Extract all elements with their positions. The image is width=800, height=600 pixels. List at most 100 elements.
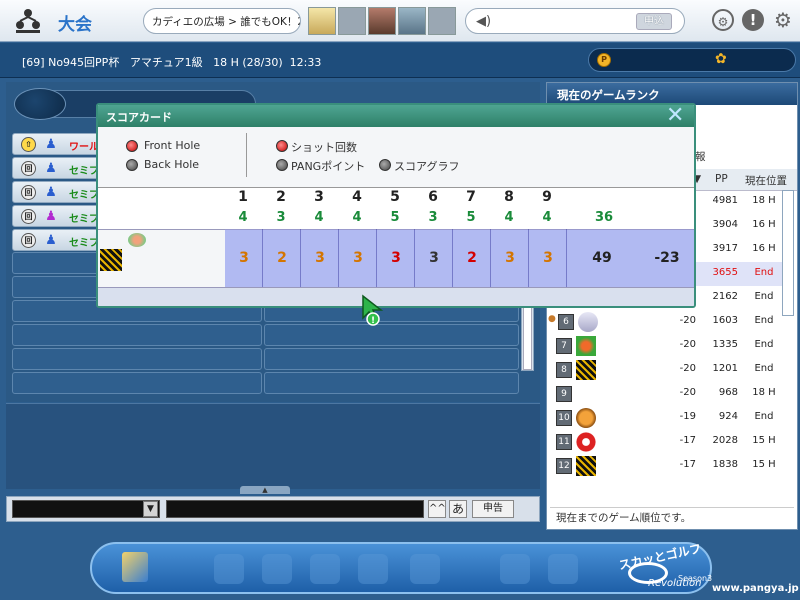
- menu-icon[interactable]: [214, 554, 244, 584]
- emoticon-button[interactable]: ^^: [428, 500, 446, 518]
- hole-number: 2: [276, 189, 286, 205]
- rank-pp: 968: [718, 387, 738, 398]
- character-icon: ♟: [45, 161, 57, 176]
- chat-log: [6, 403, 540, 489]
- menu-icon[interactable]: [358, 554, 388, 584]
- chat-channel-select[interactable]: [12, 500, 160, 518]
- hole-number: 4: [352, 189, 362, 205]
- info-icon[interactable]: !: [742, 9, 764, 31]
- tournament-bracket-icon: [16, 9, 40, 33]
- room-holes: 18 H (28/30): [213, 56, 283, 69]
- hole-par: 5: [466, 210, 476, 225]
- hole-number: 7: [466, 189, 476, 205]
- rank-row: 12 -17 1838 15 H: [546, 454, 782, 478]
- radio-unselected-icon: [379, 159, 391, 171]
- character-icon: ♟: [45, 185, 57, 200]
- menu-icon[interactable]: [548, 554, 578, 584]
- rank-pp: 3655: [712, 267, 738, 278]
- rank-score: -20: [679, 315, 696, 326]
- scorecard-window: スコアカード ✕ Front Hole Back Hole ショット回数 PAN…: [96, 103, 696, 308]
- column-position: 現在位置: [745, 175, 787, 187]
- rank-row: 11 -17 2028 15 H: [546, 430, 782, 454]
- player-name: セミプ: [69, 214, 99, 225]
- hole-score: 3: [543, 250, 553, 266]
- rank-row: ● 6 -20 1603 End: [546, 310, 782, 334]
- top-bar: 大会 カディエの広場 > 誰でもOK！2 ◀) 申込 ⚙ ! ⚙: [0, 0, 800, 42]
- chat-input[interactable]: [166, 500, 424, 518]
- rank-position: 15 H: [752, 435, 776, 446]
- rank-score: -20: [679, 387, 696, 398]
- player-name: セミプ: [69, 190, 99, 201]
- character-icon: ♟: [45, 233, 57, 248]
- player-avatar-slot[interactable]: [338, 7, 366, 35]
- cookie-icon: ✿: [715, 51, 727, 67]
- empty-slot: [264, 372, 519, 394]
- ime-toggle-button[interactable]: あ: [449, 500, 467, 518]
- empty-slot: [12, 372, 262, 394]
- rank-position: End: [754, 411, 774, 422]
- scorecard-title: スコアカード: [106, 111, 172, 124]
- rank-footer-note: 現在までのゲーム順位です。: [550, 507, 794, 527]
- player-avatar-slot[interactable]: [428, 7, 456, 35]
- menu-icon[interactable]: [262, 554, 292, 584]
- rank-up-icon: ⇧: [21, 137, 36, 152]
- support-icon[interactable]: ⚙: [712, 9, 734, 31]
- score-graph-label: スコアグラフ: [394, 160, 460, 173]
- scorecard-header: スコアカード ✕: [98, 105, 694, 128]
- rank-score: -19: [679, 411, 696, 422]
- announcement-box: ◀) 申込: [465, 8, 685, 34]
- gear-icon[interactable]: ⚙: [772, 9, 794, 31]
- hole-par: 3: [276, 210, 286, 225]
- chat-resize-handle[interactable]: ▲: [240, 486, 290, 494]
- breadcrumb[interactable]: カディエの広場 > 誰でもOK！2: [143, 8, 301, 34]
- menu-icon[interactable]: [500, 554, 530, 584]
- room-time: 12:33: [289, 56, 322, 69]
- cursor-icon: !: [362, 294, 384, 326]
- rank-pp: 1201: [712, 363, 738, 374]
- rank-number: 9: [556, 386, 572, 402]
- status-icon: 回: [21, 161, 36, 176]
- rank-number: 8: [556, 362, 572, 378]
- status-icon: 回: [21, 185, 36, 200]
- report-button[interactable]: 申告: [472, 500, 514, 518]
- hole-number: 5: [390, 189, 400, 205]
- hole-par: 4: [542, 210, 552, 225]
- close-icon[interactable]: ✕: [666, 105, 684, 128]
- empty-slot: [264, 324, 519, 346]
- player-avatar: [576, 408, 596, 428]
- speaker-icon: ◀): [476, 14, 492, 29]
- hole-score: 3: [353, 250, 363, 266]
- character-icon: ♟: [45, 137, 57, 152]
- room-number: [69]: [22, 56, 45, 69]
- apply-button[interactable]: 申込: [636, 13, 672, 30]
- player-avatar-slot[interactable]: [398, 7, 426, 35]
- mode-title: 大会: [58, 15, 92, 35]
- rank-pp: 924: [718, 411, 738, 422]
- empty-slot: [12, 324, 262, 346]
- player-avatar-slot[interactable]: [368, 7, 396, 35]
- player-avatar: [576, 360, 596, 380]
- player-avatar: [576, 336, 596, 356]
- rank-header-fragment: 報: [695, 151, 706, 163]
- menu-icon[interactable]: [410, 554, 440, 584]
- rank-pp: 3917: [712, 243, 738, 254]
- rank-position: End: [754, 315, 774, 326]
- rank-position: 16 H: [752, 219, 776, 230]
- chevron-down-icon[interactable]: ▼: [143, 501, 158, 517]
- menu-icon[interactable]: [310, 554, 340, 584]
- rank-scrollbar[interactable]: [782, 190, 794, 316]
- column-pp: PP: [715, 173, 728, 185]
- player-avatar: [578, 312, 598, 332]
- hole-par: 3: [428, 210, 438, 225]
- list-filter-knob[interactable]: [14, 88, 66, 120]
- exit-door-icon[interactable]: [122, 552, 148, 582]
- rank-position: End: [754, 267, 774, 278]
- rank-pp: 3904: [712, 219, 738, 230]
- rank-number: 6: [558, 314, 574, 330]
- player-avatar: [576, 456, 596, 476]
- par-total: 36: [594, 210, 614, 225]
- room-grade: アマチュア1級: [129, 56, 203, 69]
- rank-row: 7 -20 1335 End: [546, 334, 782, 358]
- character-icon: ♟: [45, 209, 57, 224]
- player-avatar-slot[interactable]: [308, 7, 336, 35]
